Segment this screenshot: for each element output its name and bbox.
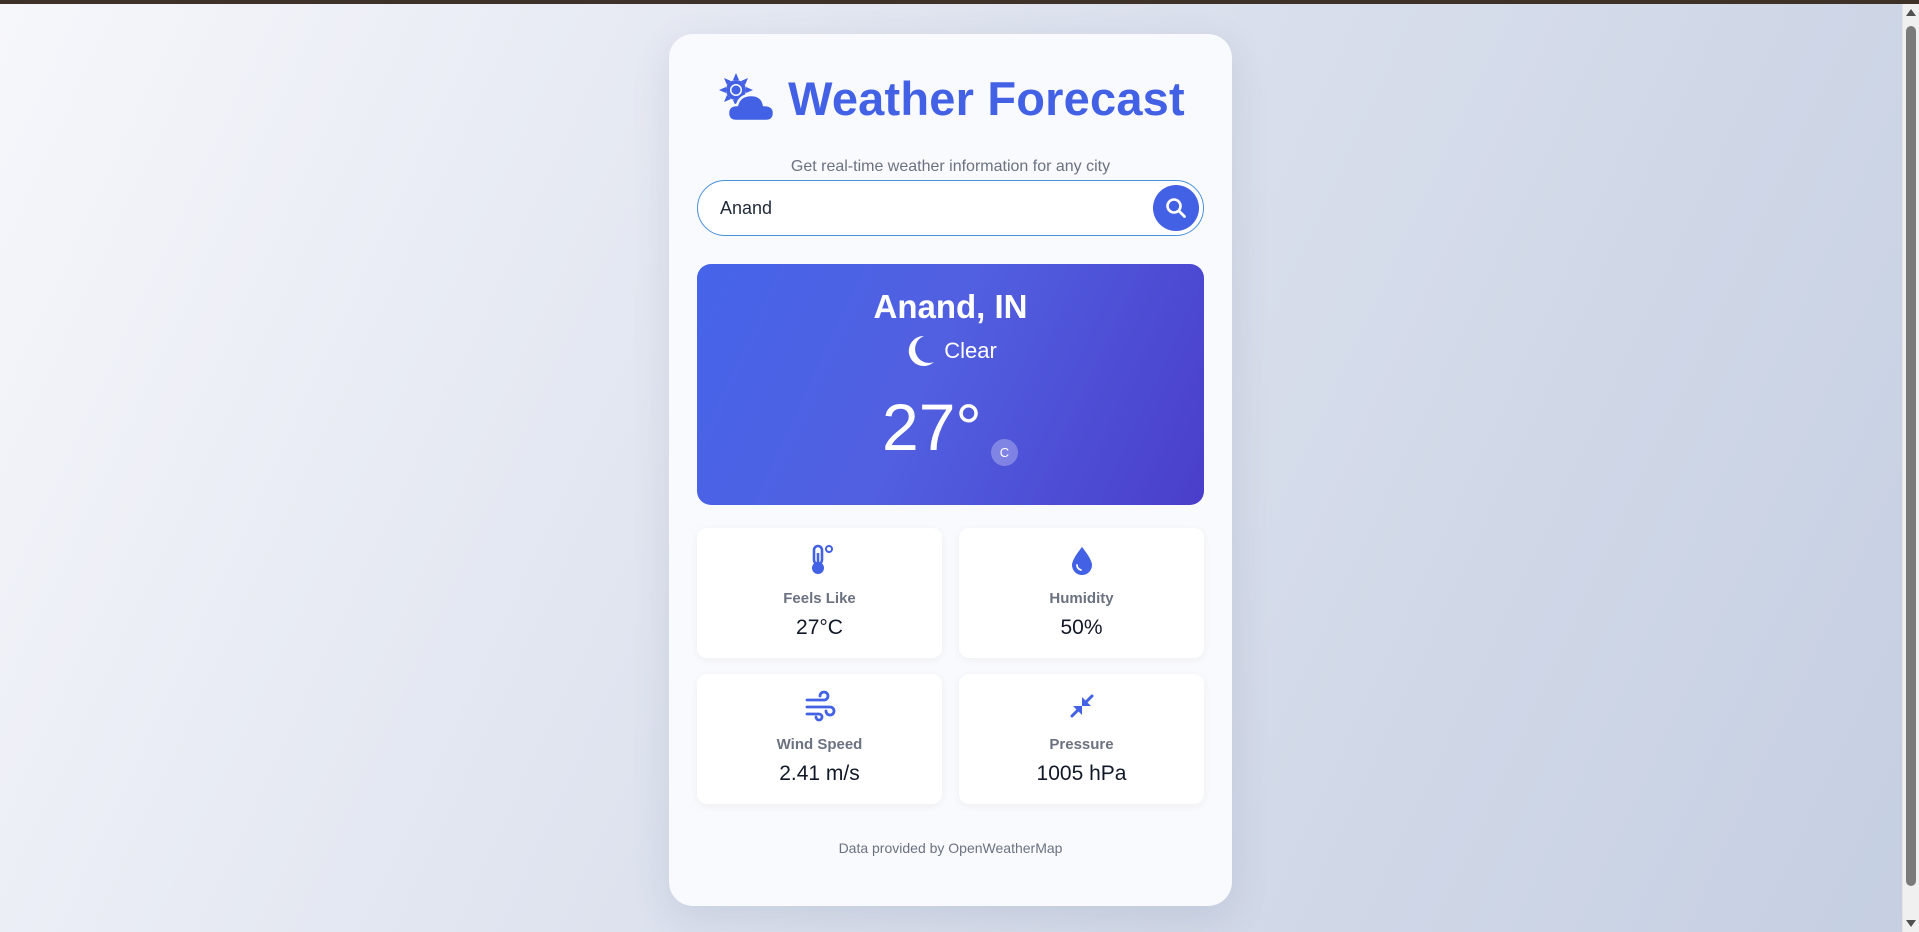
page-title: Weather Forecast [788,71,1185,125]
city-name: Anand, IN [873,288,1028,325]
scrollbar-thumb[interactable] [1906,26,1916,886]
wind-icon [805,690,835,722]
search-button[interactable] [1153,185,1199,231]
current-weather-panel: Anand, IN Clear 27° C [697,264,1204,505]
detail-value: 1005 hPa [1036,762,1127,785]
detail-value: 50% [1060,616,1103,639]
page-subtitle: Get real-time weather information for an… [790,158,1111,175]
weather-card: Weather Forecast Get real-time weather i… [669,34,1232,906]
detail-pressure: Pressure 1005 hPa [959,674,1204,804]
detail-label: Feels Like [783,590,856,607]
search-icon [1166,198,1186,218]
thermometer-icon [811,544,833,574]
temperature-value: 27° [882,390,982,464]
app-header: Weather Forecast [669,68,1232,128]
detail-label: Pressure [1049,736,1114,753]
compress-arrows-icon [1070,694,1093,718]
condition-label: Clear [944,338,997,363]
unit-toggle[interactable]: C [991,439,1018,466]
detail-humidity: Humidity 50% [959,528,1204,658]
droplet-icon [1071,547,1092,575]
scroll-up-arrow-icon[interactable] [1906,9,1916,16]
city-search-input[interactable] [720,191,1130,225]
detail-feels-like: Feels Like 27°C [697,528,942,658]
data-credit: Data provided by OpenWeatherMap [838,840,1063,856]
detail-value: 2.41 m/s [779,762,860,785]
page-scrollbar[interactable] [1902,4,1919,932]
detail-wind-speed: Wind Speed 2.41 m/s [697,674,942,804]
moon-icon [909,335,935,366]
detail-value: 27°C [796,616,843,639]
sun-cloud-icon [719,73,776,123]
detail-label: Humidity [1049,590,1114,607]
detail-label: Wind Speed [776,736,863,753]
window-top-strip [0,0,1919,4]
scroll-down-arrow-icon[interactable] [1906,920,1916,927]
search-bar [697,180,1204,236]
weather-condition: Clear [697,332,1204,370]
